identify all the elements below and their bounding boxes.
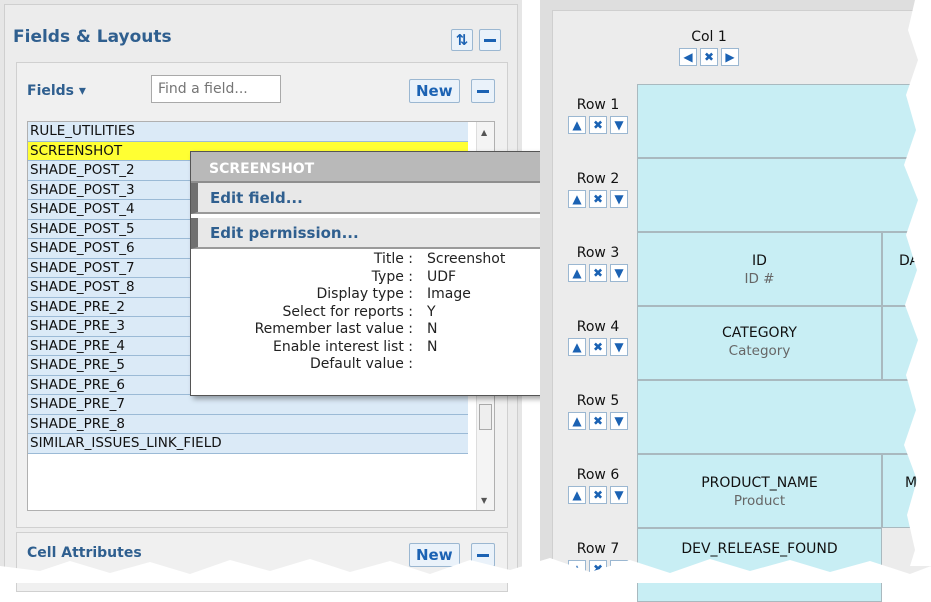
torn-edge-decoration [0, 0, 931, 583]
